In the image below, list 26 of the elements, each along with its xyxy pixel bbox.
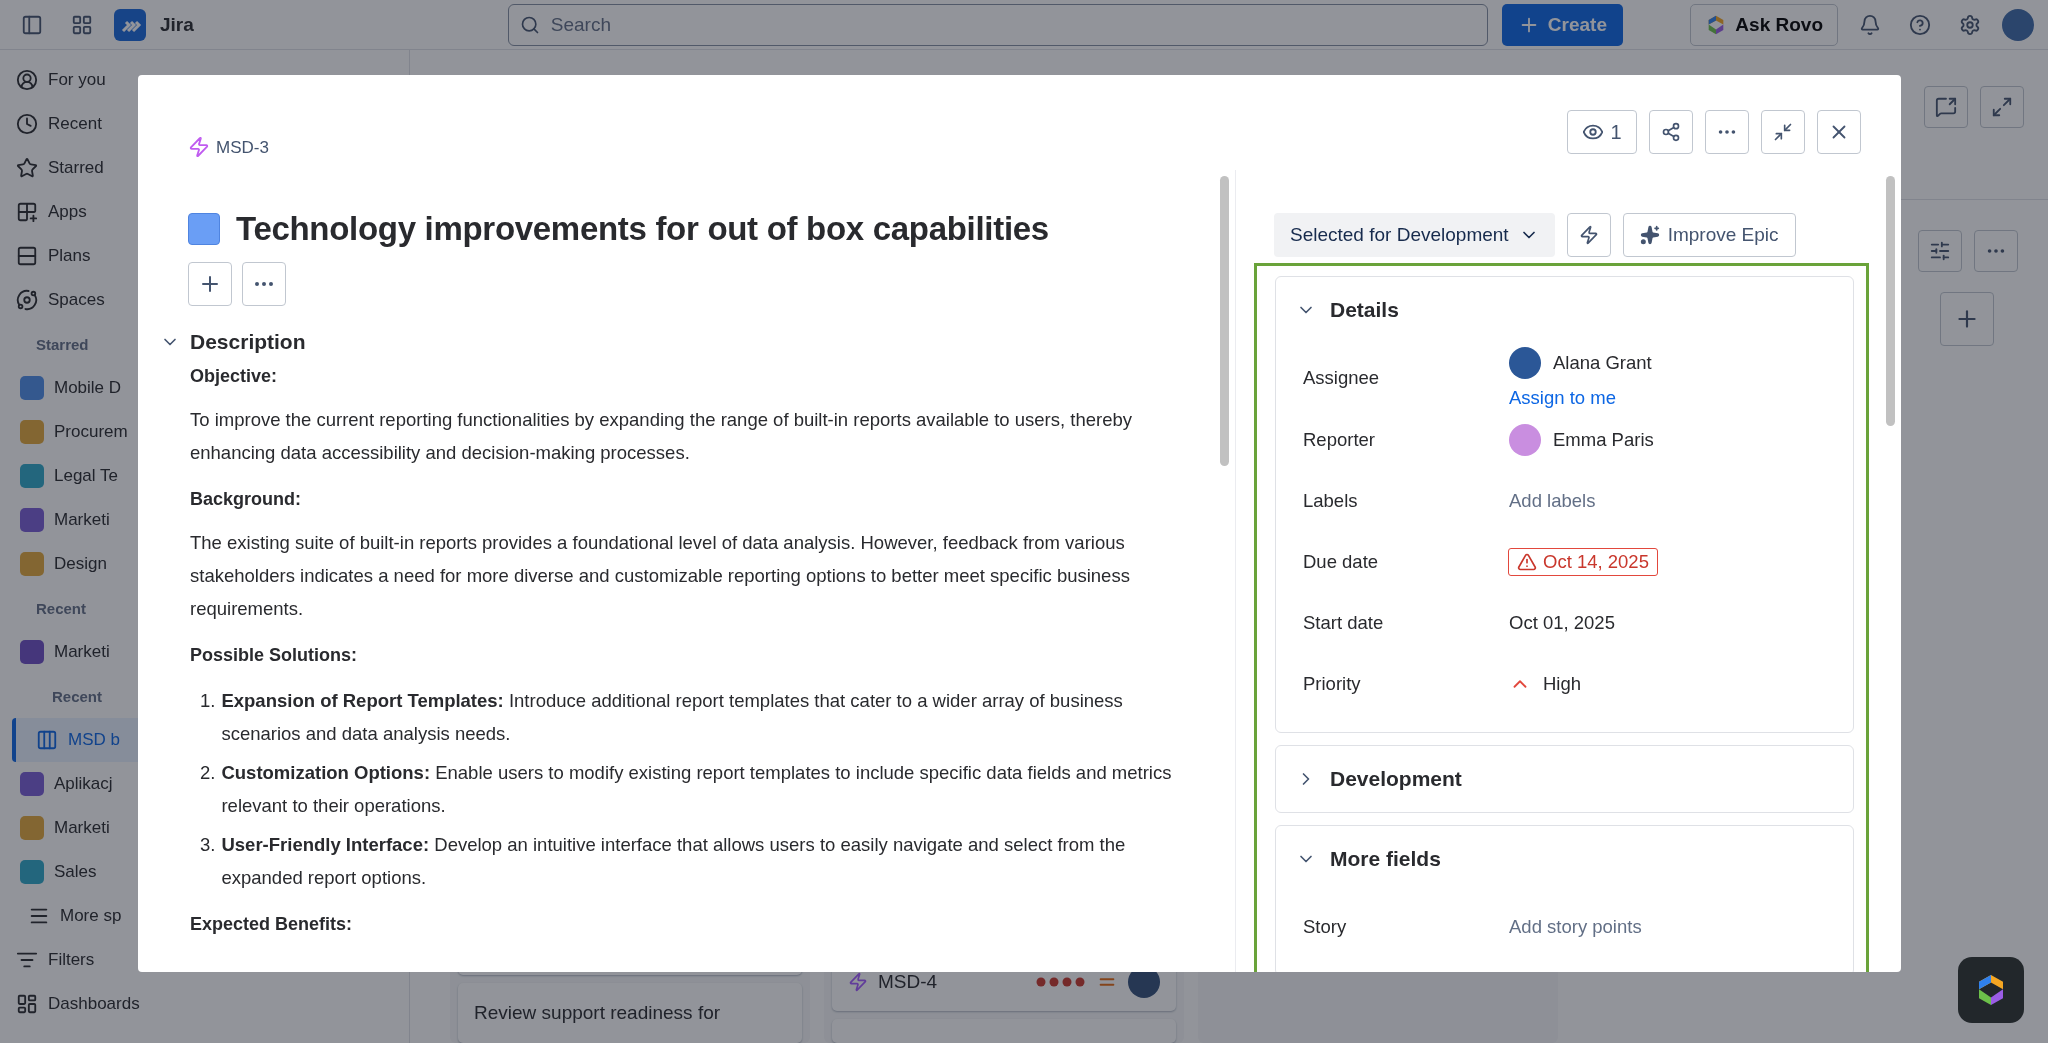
description-heading: Objective: xyxy=(190,366,279,387)
sidebar-heading: Recent xyxy=(36,599,87,617)
priority-value: High xyxy=(1543,672,1582,695)
description-heading: Background: xyxy=(190,489,302,510)
field-label: Start date xyxy=(1303,611,1385,634)
description-heading: Expected Benefits: xyxy=(190,914,354,935)
list-item: Customization Options: Enable users to modify existing report templates to include specific data fields and metrics relevant to their operations. xyxy=(221,761,1173,818)
field-label: Reporter xyxy=(1303,428,1376,451)
list-number: 3. xyxy=(200,833,216,857)
list-item: Expansion of Report Templates: Introduce additional report templates that cater to a wider array of business scenarios and data analysis needs. xyxy=(221,689,1124,746)
field-label: Story xyxy=(1303,915,1348,938)
sidebar-heading: Starred xyxy=(36,335,89,353)
section-heading: Description xyxy=(190,330,306,354)
field-label: Assignee xyxy=(1303,367,1381,389)
description-paragraph: The existing suite of built-in reports provides a foundational level of data analysis. However, feedback from various stakeholders indicates a need for more diverse and customizable reporting options to better meet specific business requirements. xyxy=(190,531,1131,621)
person-name: Alana Grant xyxy=(1553,352,1652,374)
field-label: Labels xyxy=(1303,489,1359,512)
field-label: Priority xyxy=(1303,672,1362,695)
sidebar-heading: Recent xyxy=(52,687,103,705)
field-label: Due date xyxy=(1303,550,1380,573)
list-number: 1. xyxy=(200,689,216,713)
list-number: 2. xyxy=(200,761,216,785)
description-paragraph: To improve the current reporting functionalities by expanding the range of built-in reports available to users, thereby enhancing data accessibility and decision-making processes. xyxy=(190,408,1133,465)
list-item: User-Friendly Interface: Develop an intuitive interface that allows users to easily navigate and select from the expanded report options. xyxy=(221,833,1127,890)
person-name: Emma Paris xyxy=(1553,428,1654,451)
description-heading: Possible Solutions: xyxy=(190,645,359,666)
